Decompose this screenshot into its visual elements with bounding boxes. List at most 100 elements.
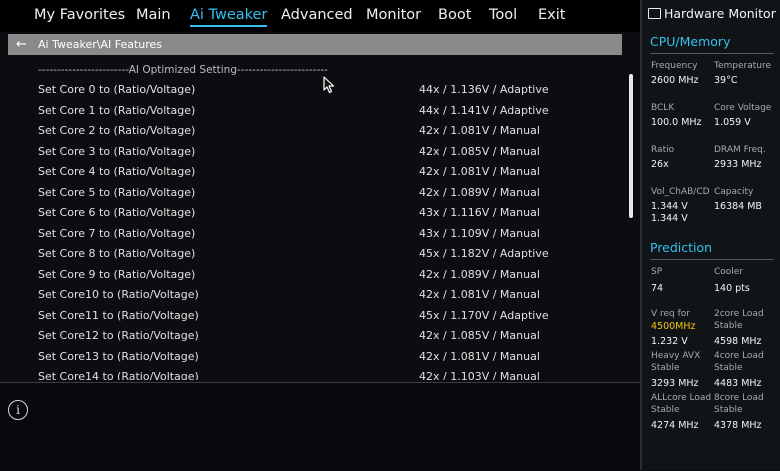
setting-value: 42x / 1.089V / Manual	[419, 185, 540, 199]
eight-core-load-label: 8core Load	[714, 393, 764, 403]
menu-monitor[interactable]: Monitor	[366, 7, 421, 23]
settings-panel: ------------------------AI Optimized Set…	[0, 56, 640, 380]
setting-value: 44x / 1.141V / Adaptive	[419, 103, 549, 117]
prediction-heading: Prediction	[650, 240, 713, 255]
setting-label: Set Core10 to (Ratio/Voltage)	[38, 288, 199, 301]
core-voltage-label: Core Voltage	[714, 103, 772, 113]
bclk-value: 100.0 MHz	[651, 117, 702, 128]
all-core-value: 4274 MHz	[651, 420, 699, 431]
two-core-value: 4598 MHz	[714, 336, 762, 347]
setting-row[interactable]: Set Core 9 to (Ratio/Voltage) 42x / 1.089…	[0, 265, 620, 285]
menu-advanced[interactable]: Advanced	[281, 7, 353, 23]
ratio-label: Ratio	[651, 145, 675, 155]
hw-monitor-title: Hardware Monitor	[648, 6, 776, 21]
setting-value: 43x / 1.116V / Manual	[419, 206, 540, 219]
all-core-stable-label: Stable	[651, 405, 680, 415]
setting-value: 42x / 1.081V / Manual	[419, 288, 540, 301]
monitor-icon	[648, 8, 661, 19]
frequency-label: Frequency	[651, 61, 698, 71]
setting-label: Set Core 7 to (Ratio/Voltage)	[38, 226, 196, 240]
menu-my-favorites[interactable]: My Favorites	[34, 7, 125, 23]
sp-label: SP	[651, 267, 663, 277]
heavy-avx-label: Heavy AVX	[651, 351, 701, 361]
setting-label: Set Core 8 to (Ratio/Voltage)	[38, 247, 196, 260]
setting-row[interactable]: Set Core 7 to (Ratio/Voltage) 43x / 1.109…	[0, 224, 620, 244]
setting-row[interactable]: Set Core 3 to (Ratio/Voltage) 42x / 1.085…	[0, 142, 620, 162]
menu-ai-tweaker[interactable]: Ai Tweaker	[190, 7, 268, 27]
setting-label: Set Core 0 to (Ratio/Voltage)	[38, 83, 196, 96]
temperature-value: 39°C	[714, 75, 738, 86]
setting-row[interactable]: Set Core 0 to (Ratio/Voltage) 44x / 1.136…	[0, 80, 620, 100]
setting-value: 42x / 1.081V / Manual	[419, 165, 540, 178]
cooler-value: 140 pts	[714, 283, 750, 294]
setting-value: 45x / 1.170V / Adaptive	[419, 308, 549, 322]
setting-label: Set Core 1 to (Ratio/Voltage)	[38, 103, 196, 117]
setting-row[interactable]: Set Core11 to (Ratio/Voltage) 45x / 1.170…	[0, 306, 620, 326]
setting-value: 42x / 1.103V / Manual	[419, 370, 540, 380]
vol-chab-value: 1.344 V	[651, 201, 688, 212]
setting-label: Set Core 9 to (Ratio/Voltage)	[38, 267, 196, 281]
top-menu-bar: My Favorites Main Ai Tweaker Advanced Mo…	[0, 0, 640, 32]
four-core-stable-label: Stable	[714, 363, 743, 373]
divider	[650, 53, 774, 54]
section-header: ------------------------AI Optimized Set…	[38, 64, 328, 76]
bclk-label: BCLK	[651, 103, 675, 113]
v-req-value: 1.232 V	[651, 336, 688, 347]
frequency-value: 2600 MHz	[651, 75, 699, 86]
heavy-avx-value: 3293 MHz	[651, 378, 699, 389]
setting-value: 45x / 1.182V / Adaptive	[419, 247, 549, 260]
setting-value: 42x / 1.085V / Manual	[419, 329, 540, 342]
setting-label: Set Core 6 to (Ratio/Voltage)	[38, 206, 196, 219]
setting-row[interactable]: Set Core 2 to (Ratio/Voltage) 42x / 1.081…	[0, 121, 620, 141]
menu-tool[interactable]: Tool	[489, 7, 517, 23]
eight-core-stable-label: Stable	[714, 405, 743, 415]
hw-monitor-title-text: Hardware Monitor	[664, 6, 776, 21]
four-core-load-label: 4core Load	[714, 351, 764, 361]
menu-boot[interactable]: Boot	[438, 7, 471, 23]
setting-value: 42x / 1.081V / Manual	[419, 349, 540, 363]
setting-value: 42x / 1.085V / Manual	[419, 144, 540, 158]
vol-chcd-value: 1.344 V	[651, 213, 688, 224]
setting-label: Set Core 4 to (Ratio/Voltage)	[38, 165, 196, 178]
scrollbar[interactable]	[629, 74, 633, 218]
four-core-value: 4483 MHz	[714, 378, 762, 389]
setting-row[interactable]: Set Core12 to (Ratio/Voltage) 42x / 1.085…	[0, 326, 620, 346]
setting-row[interactable]: Set Core10 to (Ratio/Voltage) 42x / 1.081…	[0, 285, 620, 305]
setting-label: Set Core 3 to (Ratio/Voltage)	[38, 144, 196, 158]
two-core-load-label: 2core Load	[714, 309, 764, 319]
setting-value: 44x / 1.136V / Adaptive	[419, 83, 549, 96]
heavy-avx-stable-label: Stable	[651, 363, 680, 373]
setting-value: 43x / 1.109V / Manual	[419, 226, 540, 240]
setting-row[interactable]: Set Core 5 to (Ratio/Voltage) 42x / 1.089…	[0, 183, 620, 203]
dram-freq-value: 2933 MHz	[714, 159, 762, 170]
v-req-label: V req for	[651, 309, 691, 319]
eight-core-value: 4378 MHz	[714, 420, 762, 431]
setting-row[interactable]: Set Core13 to (Ratio/Voltage) 42x / 1.081…	[0, 347, 620, 367]
breadcrumb: ← Ai Tweaker\AI Features	[8, 34, 622, 55]
core-voltage-value: 1.059 V	[714, 117, 751, 128]
setting-value: 42x / 1.081V / Manual	[419, 124, 540, 137]
setting-row[interactable]: Set Core 8 to (Ratio/Voltage) 45x / 1.182…	[0, 244, 620, 264]
cpu-memory-heading: CPU/Memory	[650, 34, 731, 49]
setting-value: 42x / 1.089V / Manual	[419, 267, 540, 281]
divider	[650, 259, 774, 260]
setting-label: Set Core14 to (Ratio/Voltage)	[38, 370, 199, 380]
setting-row[interactable]: Set Core 4 to (Ratio/Voltage) 42x / 1.081…	[0, 162, 620, 182]
setting-row[interactable]: Set Core 1 to (Ratio/Voltage) 44x / 1.141…	[0, 101, 620, 121]
setting-row[interactable]: Set Core14 to (Ratio/Voltage) 42x / 1.103…	[0, 367, 620, 380]
dram-freq-label: DRAM Freq.	[714, 145, 766, 155]
ratio-value: 26x	[651, 159, 669, 170]
hardware-monitor-panel: Hardware Monitor CPU/Memory Frequency 26…	[640, 0, 780, 470]
setting-label: Set Core11 to (Ratio/Voltage)	[38, 308, 199, 322]
capacity-label: Capacity	[714, 187, 754, 197]
cooler-label: Cooler	[714, 267, 744, 277]
help-description-area: i	[0, 382, 640, 471]
menu-main[interactable]: Main	[136, 7, 171, 23]
setting-label: Set Core12 to (Ratio/Voltage)	[38, 329, 199, 342]
setting-row[interactable]: Set Core 6 to (Ratio/Voltage) 43x / 1.116…	[0, 203, 620, 223]
back-arrow-icon[interactable]: ←	[16, 34, 27, 55]
menu-exit[interactable]: Exit	[538, 7, 565, 23]
capacity-value: 16384 MB	[714, 201, 762, 212]
all-core-load-label: ALLcore Load	[651, 393, 712, 403]
mouse-cursor-icon	[323, 76, 335, 94]
